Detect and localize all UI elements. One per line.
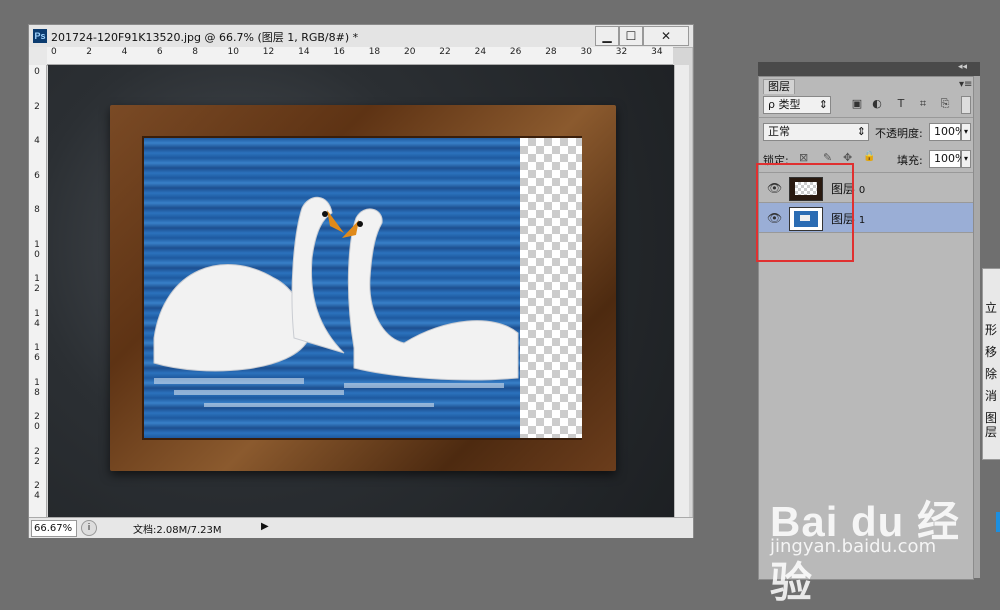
fill-label: 填充: — [897, 154, 923, 167]
ruler-tick-label: 28 — [545, 47, 557, 57]
picture-frame — [110, 105, 616, 471]
ruler-tick-label: 12 — [262, 47, 275, 57]
chevron-updown-icon: ⇕ — [856, 125, 866, 138]
ruler-tick-label: 2 4 — [34, 481, 40, 501]
ruler-tick-label: 4 — [34, 136, 40, 146]
ruler-tick-label: 24 — [474, 47, 487, 57]
ruler-tick-label: 26 — [509, 47, 522, 57]
ruler-tick-label: 0 — [34, 67, 40, 77]
ruler-tick-label: 1 2 — [34, 274, 40, 294]
ruler-tick-label: 1 0 — [34, 239, 40, 260]
ruler-tick-label: 1 4 — [34, 308, 40, 329]
lock-all-icon[interactable]: 🔒 — [863, 151, 875, 162]
status-bar: 66.67% i 文档:2.08M/7.23M ▶ — [29, 517, 693, 538]
swans-illustration — [153, 196, 519, 407]
swan-image-layer — [144, 138, 520, 438]
ruler-tick-label: 8 — [34, 205, 40, 215]
ruler-tick-label: 18 — [368, 47, 381, 57]
ruler-tick-label: 4 — [121, 47, 128, 57]
side-panel-item[interactable]: 移 — [985, 345, 1000, 359]
ruler-tick-label: 1 6 — [34, 343, 40, 363]
ruler-tick-label: 10 — [227, 47, 239, 57]
ruler-corner[interactable] — [29, 47, 48, 66]
ruler-tick-label: 6 — [34, 170, 40, 181]
vertical-scrollbar[interactable] — [674, 65, 689, 517]
ruler-tick-label: 2 0 — [34, 412, 40, 432]
ruler-tick-label: 2 2 — [34, 446, 40, 467]
ruler-tick-label: 16 — [333, 47, 345, 57]
type-filter-icon[interactable]: T — [895, 98, 907, 110]
shape-filter-icon[interactable]: ⌗ — [917, 98, 929, 110]
status-menu-arrow-icon[interactable]: ▶ — [261, 521, 269, 532]
ruler-tick-label: 8 — [192, 47, 198, 57]
document-title-bar[interactable]: Ps 201724-120F91K13520.jpg @ 66.7% (图层 1… — [29, 25, 693, 48]
tab-layers[interactable]: 图层 — [763, 79, 795, 94]
divider — [759, 117, 973, 118]
document-title: 201724-120F91K13520.jpg @ 66.7% (图层 1, R… — [51, 31, 359, 44]
ruler-tick-label: 2 — [86, 47, 93, 57]
maximize-button[interactable]: ☐ — [619, 26, 643, 46]
blend-mode-dropdown[interactable]: 正常 ⇕ — [763, 123, 869, 141]
image-filter-icon[interactable]: ▣ — [851, 98, 863, 110]
ruler-tick-label: 32 — [615, 47, 628, 57]
ruler-tick-label: 0 — [51, 47, 57, 57]
ruler-tick-label: 2 — [34, 101, 40, 112]
side-panel-item[interactable]: 立 — [985, 301, 1000, 315]
document-size-info: 文档:2.08M/7.23M — [133, 525, 222, 536]
opacity-dropdown-chevron-icon[interactable]: ▾ — [961, 123, 971, 141]
minimize-button[interactable]: ▁ — [595, 26, 619, 46]
opacity-label: 不透明度: — [875, 127, 923, 140]
ruler-tick-label: 34 — [651, 47, 663, 57]
ruler-tick-label: 20 — [404, 47, 416, 57]
collapse-panel-icon[interactable]: ◂◂ — [958, 62, 967, 72]
ruler-tick-label: 6 — [156, 47, 163, 57]
status-info-icon[interactable]: i — [81, 520, 97, 536]
ruler-tick-label: 30 — [580, 47, 592, 57]
zoom-level-field[interactable]: 66.67% — [31, 520, 77, 537]
fill-dropdown-chevron-icon[interactable]: ▾ — [961, 150, 971, 168]
baidu-watermark-url: jingyan.baidu.com — [770, 536, 937, 557]
blend-mode-value: 正常 — [768, 125, 790, 138]
side-panel-item[interactable]: 图层 — [985, 411, 1000, 439]
horizontal-ruler[interactable]: 0 2 4 6 8 10 12 14 16 18 20 22 24 26 28 30 32 34 — [47, 47, 673, 65]
adjustment-filter-icon[interactable]: ◐ — [871, 98, 883, 110]
side-panel-item[interactable]: 形 — [985, 323, 1000, 337]
side-panel-item[interactable]: 除 — [985, 367, 1000, 381]
chevron-updown-icon: ⇕ — [818, 98, 828, 111]
ruler-tick-label: 1 8 — [34, 377, 40, 398]
transparent-area — [520, 138, 582, 438]
close-button[interactable]: ✕ — [643, 26, 689, 46]
layer-filter-type-dropdown[interactable]: ρ 类型 ⇕ — [763, 96, 831, 114]
side-panel-partial: 立 形 移 除 消 图层 — [982, 268, 1000, 460]
ruler-tick-label: 22 — [439, 47, 451, 57]
highlight-annotation-box — [756, 163, 854, 262]
opacity-input[interactable]: 100% — [929, 123, 965, 141]
filter-toggle-switch[interactable] — [961, 96, 971, 114]
panel-dock-header: ◂◂ — [758, 62, 980, 76]
vertical-ruler[interactable]: 0 2 4 6 8 1 0 1 2 1 4 1 6 1 8 2 0 2 2 2 4 — [29, 65, 47, 517]
smart-object-filter-icon[interactable]: ⎘ — [939, 98, 951, 110]
filter-label: ρ 类型 — [768, 98, 801, 111]
ruler-tick-label: 14 — [298, 47, 310, 57]
photoshop-logo-icon: Ps — [33, 29, 47, 43]
document-window: Ps 201724-120F91K13520.jpg @ 66.7% (图层 1… — [28, 24, 694, 538]
canvas-area[interactable] — [48, 65, 674, 517]
fill-input[interactable]: 100% — [929, 150, 965, 168]
side-panel-item[interactable]: 消 — [985, 389, 1000, 403]
panel-menu-icon[interactable]: ▾≡ — [959, 79, 972, 90]
